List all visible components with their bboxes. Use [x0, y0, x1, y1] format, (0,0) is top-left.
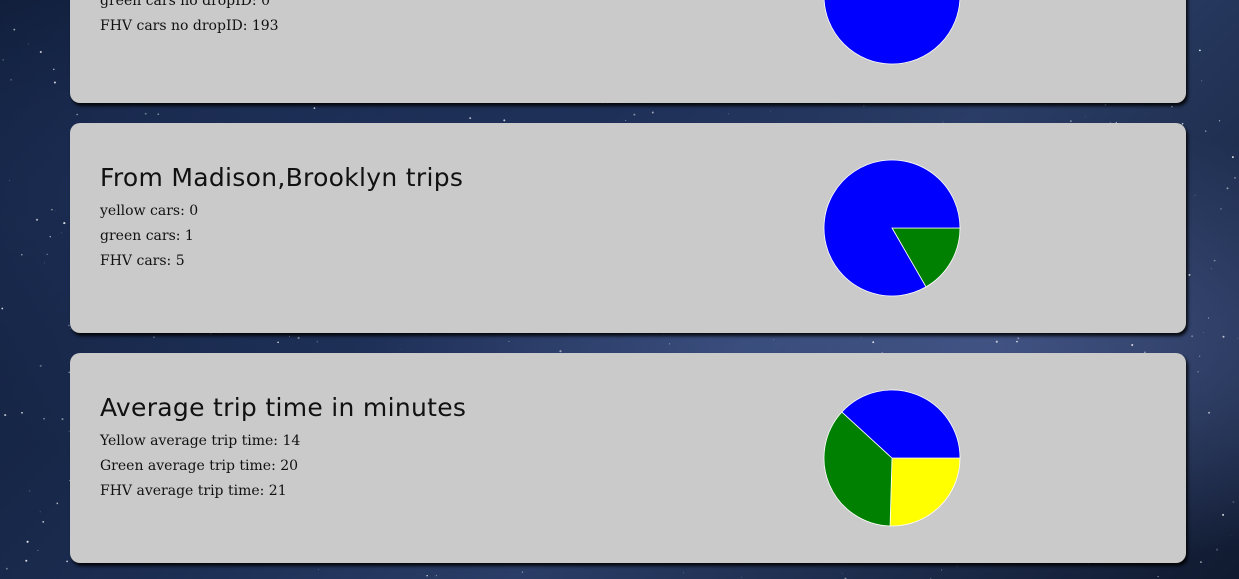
panel-line: Yellow average trip time: 14: [100, 433, 301, 449]
panel-line: Green average trip time: 20: [100, 458, 299, 474]
panel-average-trip-time: Average trip time in minutes Yellow aver…: [70, 353, 1186, 563]
pie-slice-yellow: [889, 457, 961, 527]
panel-title: From Madison,Brooklyn trips: [100, 163, 464, 192]
panel-line: green cars: 1: [100, 228, 194, 244]
panel-line: FHV cars: 5: [100, 253, 185, 269]
pie-chart-no-dropid: [823, 0, 961, 65]
panel-title: Average trip time in minutes: [100, 393, 467, 422]
pie-chart-average-trip-time: [823, 389, 961, 527]
panel-line: FHV average trip time: 21: [100, 483, 287, 499]
panel-line: yellow cars: 0: [100, 203, 199, 219]
panel-line: FHV cars no dropID: 193: [100, 18, 279, 34]
pie-chart-madison-brooklyn: [823, 159, 961, 297]
pie-slice-fhv: [823, 0, 961, 65]
panel-no-dropid: green cars no dropID: 0 FHV cars no drop…: [70, 0, 1186, 103]
panel-line: green cars no dropID: 0: [100, 0, 270, 9]
panel-madison-brooklyn: From Madison,Brooklyn trips yellow cars:…: [70, 123, 1186, 333]
